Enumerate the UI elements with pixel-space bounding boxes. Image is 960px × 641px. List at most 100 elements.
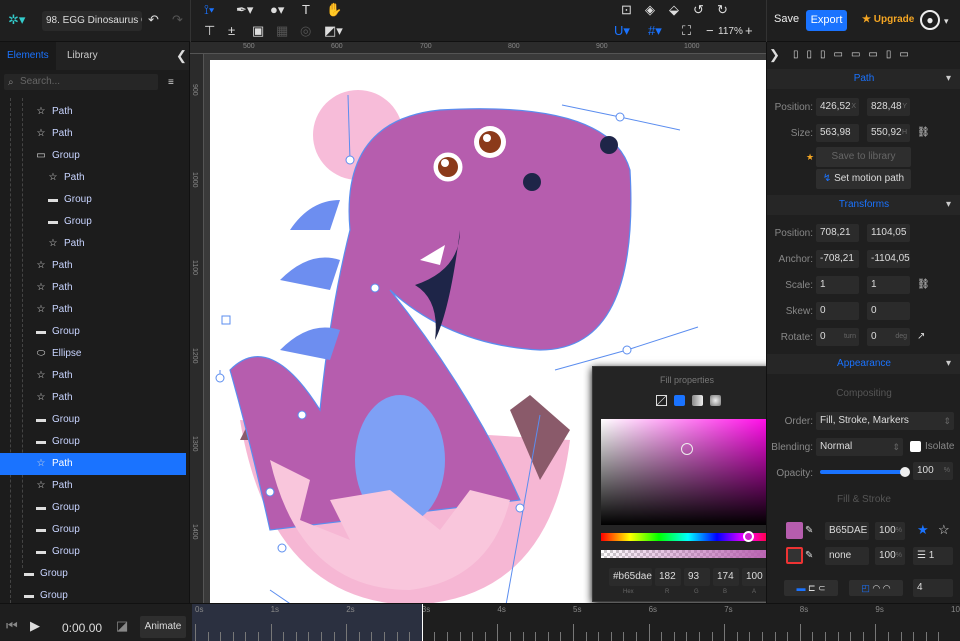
tree-item-group[interactable]: ▬ Group	[0, 189, 186, 211]
set-motion-path-button[interactable]: ↯ Set motion path	[816, 169, 911, 189]
zoom-level[interactable]: 117%	[718, 26, 743, 37]
tree-item-group[interactable]: ▬ Group	[0, 519, 186, 541]
green-input[interactable]: 93	[684, 568, 710, 586]
hand-tool-icon[interactable]: ✋	[326, 3, 342, 17]
tree-item-path[interactable]: ☆ Path	[0, 101, 186, 123]
skip-start-icon[interactable]: ⏮	[6, 619, 18, 633]
search-input[interactable]: Search...	[4, 74, 158, 90]
order-select[interactable]: Fill, Stroke, Markers ⇕	[816, 412, 954, 430]
hue-slider[interactable]	[601, 531, 775, 542]
scale-x[interactable]: 1	[816, 276, 859, 294]
rotate-right-icon[interactable]: ↻	[717, 3, 728, 17]
skew-y[interactable]: 0	[867, 302, 910, 320]
hue-handle[interactable]	[743, 531, 754, 542]
no-fill-icon[interactable]	[656, 395, 667, 406]
line-join-buttons[interactable]: ◰ ◠ ◠	[849, 580, 903, 596]
section-transforms[interactable]: Transforms ▾	[767, 195, 960, 215]
radial-gradient-icon[interactable]	[710, 395, 721, 406]
fill-star-icon[interactable]: ★	[917, 523, 929, 537]
linear-gradient-icon[interactable]	[692, 395, 703, 406]
align-middle-icon[interactable]: ±	[228, 24, 235, 38]
opacity-slider[interactable]	[820, 467, 910, 477]
tree-item-path[interactable]: ☆ Path	[0, 255, 186, 277]
tab-library[interactable]: Library	[60, 42, 105, 70]
blue-input[interactable]: 174	[713, 568, 739, 586]
flip-horizontal-icon[interactable]: ◈	[645, 3, 655, 17]
group-icon[interactable]: ▣	[252, 24, 264, 38]
tree-item-ellipse[interactable]: ⬭ Ellipse	[0, 343, 186, 365]
eyedropper-icon[interactable]: ✎	[805, 549, 813, 563]
section-path[interactable]: Path ▾	[767, 69, 960, 89]
play-icon[interactable]: ▶	[30, 619, 40, 633]
playhead[interactable]	[422, 604, 423, 641]
stroke-swatch[interactable]	[786, 547, 803, 564]
save-to-library-button[interactable]: Save to library	[816, 147, 911, 167]
flip-vertical-icon[interactable]: ⬙	[669, 3, 679, 17]
tree-item-path[interactable]: ☆ Path	[0, 475, 186, 497]
link-icon[interactable]: ⛓	[917, 126, 930, 140]
color-handle[interactable]	[681, 443, 693, 455]
arrange-icon[interactable]: ◩▾	[324, 24, 343, 38]
tree-item-path[interactable]: ☆ Path	[0, 387, 186, 409]
chevron-down-icon[interactable]: ▾	[944, 14, 949, 28]
rotate-turn[interactable]: 0 turn	[816, 328, 859, 346]
sort-icon[interactable]: ≡	[168, 76, 174, 90]
upgrade-button[interactable]: ★ Upgrade	[862, 14, 914, 25]
tree-item-path[interactable]: ☆ Path	[0, 233, 186, 255]
grid-icon[interactable]: #▾	[648, 24, 662, 38]
opacity-input[interactable]: 100%	[913, 462, 953, 480]
stroke-star-icon[interactable]: ☆	[938, 523, 950, 537]
ungroup-icon[interactable]: ▦	[276, 24, 288, 38]
tree-item-path[interactable]: ☆ Path	[0, 167, 186, 189]
undo-icon[interactable]: ↶	[148, 13, 159, 27]
easing-icon[interactable]: ◪	[116, 619, 128, 633]
transform-position-x[interactable]: 708,21	[816, 224, 859, 242]
stroke-width-input[interactable]: ☰ 1	[913, 547, 953, 565]
pen-tool-icon[interactable]: ✒▾	[236, 3, 253, 17]
tree-item-path[interactable]: ☆ Path	[0, 365, 186, 387]
path-position-y[interactable]: 828,48 Y	[867, 98, 910, 116]
text-tool-icon[interactable]: T	[302, 3, 310, 17]
app-logo-icon[interactable]: ✲▾	[8, 13, 25, 27]
rotate-left-icon[interactable]: ↺	[693, 3, 704, 17]
fit-screen-icon[interactable]: ⛶	[682, 24, 691, 38]
tree-item-group[interactable]: ▬ Group	[0, 321, 186, 343]
tree-item-path[interactable]: ☆ Path	[0, 299, 186, 321]
zoom-out-button[interactable]: −	[706, 24, 714, 38]
document-title-input[interactable]: 98. EGG Dinosaurus Cha	[42, 11, 142, 31]
fill-opacity-input[interactable]: 100%	[875, 522, 905, 540]
tree-item-path[interactable]: ☆ Path	[0, 277, 186, 299]
tree-item-path[interactable]: ☆ Path	[0, 453, 186, 475]
zoom-in-button[interactable]: +	[745, 24, 753, 38]
isolate-checkbox[interactable]	[910, 441, 921, 452]
tree-item-group[interactable]: ▬ Group	[0, 541, 186, 563]
align-top-icon[interactable]: ⊤	[204, 24, 215, 38]
mask-icon[interactable]: ◎	[300, 24, 311, 38]
red-input[interactable]: 182	[655, 568, 681, 586]
node-tool-icon[interactable]: ⟟▾	[204, 3, 214, 17]
save-button[interactable]: Save	[774, 13, 799, 25]
tree-item-group[interactable]: ▬ Group	[0, 497, 186, 519]
line-cap-buttons[interactable]: ▬ ⊏ ⊂	[784, 580, 838, 596]
skew-x[interactable]: 0	[816, 302, 859, 320]
timeline-ruler[interactable]: 0s 1s 2s 3s 4s 5s 6s 7s 8s 9s 10s	[192, 604, 960, 641]
miter-limit-input[interactable]: 4	[913, 579, 953, 597]
expand-panel-icon[interactable]: ❯	[769, 48, 780, 62]
hex-input[interactable]: #b65dae	[609, 568, 652, 586]
redo-icon[interactable]: ↷	[172, 13, 183, 27]
anchor-x[interactable]: -708,21	[816, 250, 859, 268]
shape-tool-icon[interactable]: ●▾	[270, 3, 284, 17]
tree-item-group[interactable]: ▬ Group	[0, 211, 186, 233]
stroke-opacity-input[interactable]: 100%	[875, 547, 905, 565]
tree-item-group[interactable]: ▬ Group	[0, 431, 186, 453]
tree-item-group-open[interactable]: ▭ Group	[0, 145, 186, 167]
solid-fill-icon[interactable]	[674, 395, 685, 406]
fill-swatch[interactable]	[786, 522, 803, 539]
export-button[interactable]: Export	[806, 10, 847, 31]
transform-icon[interactable]: ⊡	[621, 3, 632, 17]
animate-button[interactable]: Animate	[140, 616, 186, 638]
alpha-slider[interactable]	[601, 548, 780, 559]
transform-position-y[interactable]: 1104,05	[867, 224, 910, 242]
path-height[interactable]: 550,92 H	[867, 124, 910, 142]
snap-magnet-icon[interactable]: U▾	[614, 24, 630, 38]
